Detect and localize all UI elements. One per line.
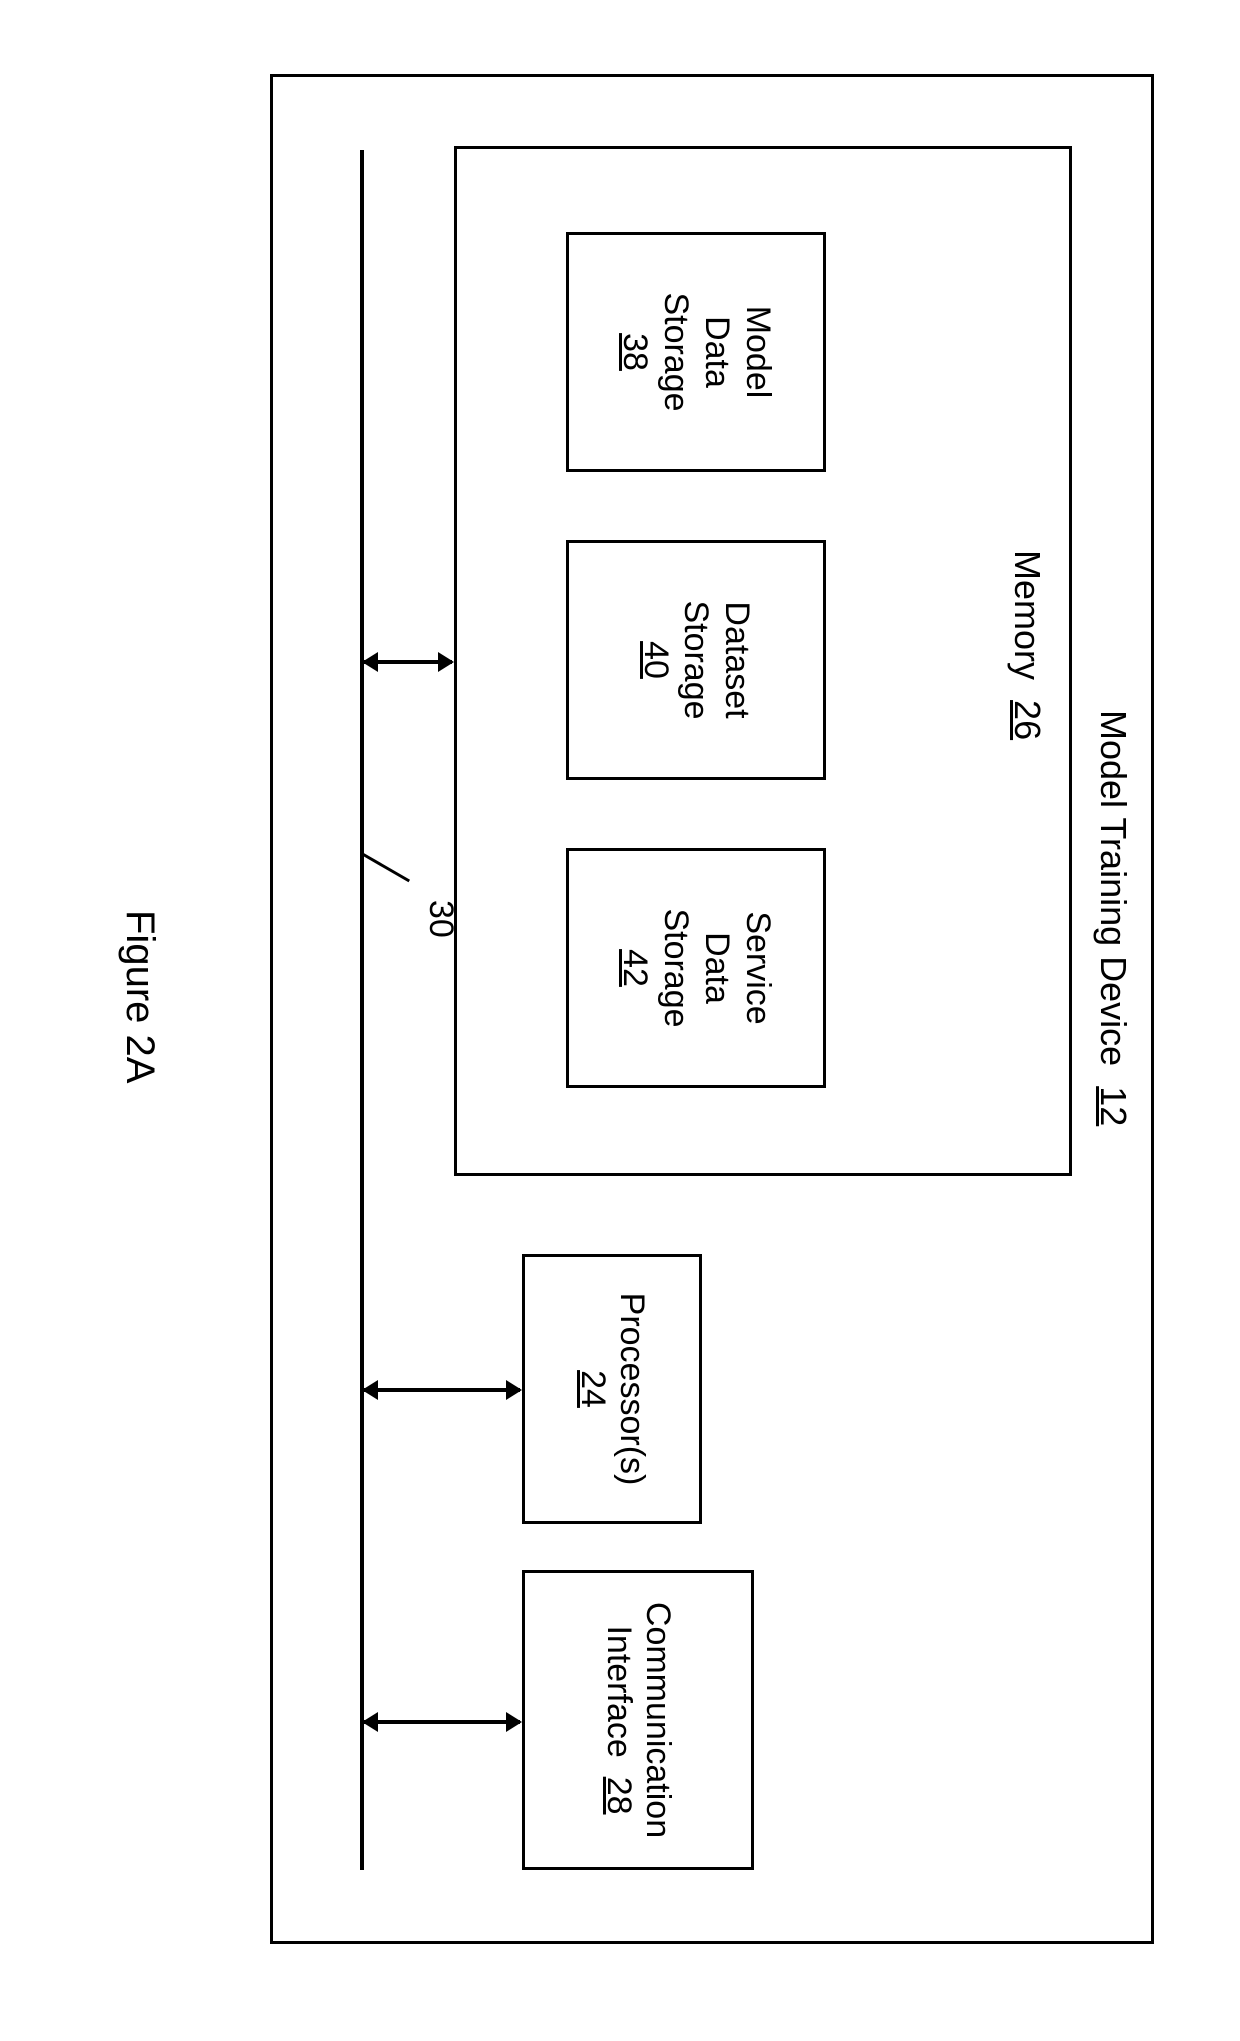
processor-box: Processor(s) 24 [522, 1254, 702, 1524]
model-data-storage-box: Model Data Storage 38 [566, 232, 826, 472]
service-l2: Data [696, 932, 737, 1004]
page: Model Training Device 12 Memory 26 Model… [0, 0, 1240, 2041]
memory-title: Memory 26 [1006, 550, 1048, 740]
figure-caption: Figure 2A [117, 910, 162, 1083]
device-title-label: Model Training Device [1093, 710, 1134, 1066]
memory-ref: 26 [1007, 700, 1048, 740]
memory-label: Memory [1007, 550, 1048, 680]
comm-l1: Communication [638, 1602, 677, 1838]
dataset-l1: Dataset [716, 601, 757, 718]
model-ref: 38 [614, 333, 655, 371]
model-l3: Storage [655, 292, 696, 411]
bus-ref-label: 30 [421, 900, 460, 938]
communication-interface-box: Communication Interface 28 [522, 1570, 754, 1870]
processor-label: Processor(s) [612, 1293, 651, 1486]
processor-ref: 24 [573, 1370, 612, 1408]
comm-ref: 28 [600, 1777, 638, 1815]
dataset-storage-box: Dataset Storage 40 [566, 540, 826, 780]
rotated-canvas: Model Training Device 12 Memory 26 Model… [0, 0, 1240, 2041]
comm-l2: Interface [600, 1625, 638, 1757]
model-l1: Model [737, 306, 778, 399]
service-ref: 42 [614, 949, 655, 987]
dataset-l2: Storage [676, 600, 717, 719]
device-title: Model Training Device 12 [1092, 710, 1134, 1126]
service-data-storage-box: Service Data Storage 42 [566, 848, 826, 1088]
memory-bus-arrow [364, 660, 452, 664]
comm-bus-arrow [364, 1720, 520, 1724]
bus-line [360, 150, 364, 1870]
service-l3: Storage [655, 908, 696, 1027]
dataset-ref: 40 [635, 641, 676, 679]
device-title-ref: 12 [1093, 1086, 1134, 1126]
model-l2: Data [696, 316, 737, 388]
service-l1: Service [737, 911, 778, 1024]
processor-bus-arrow [364, 1388, 520, 1392]
